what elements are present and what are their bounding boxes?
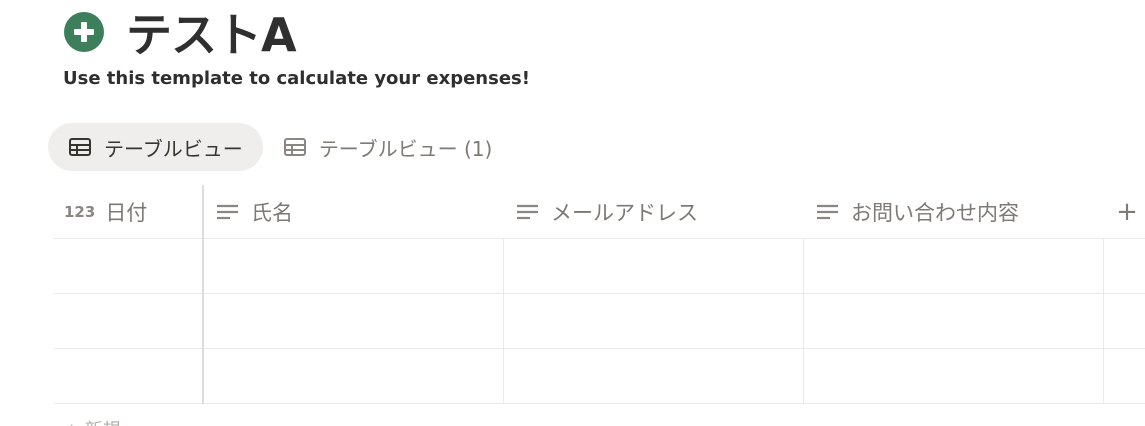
column-header-date[interactable]: 123 日付 [54, 185, 147, 238]
column-header-name[interactable]: 氏名 [204, 185, 293, 238]
text-lines-icon [817, 204, 838, 219]
column-label: 日付 [105, 200, 148, 225]
plus-circle-icon[interactable] [64, 12, 104, 52]
column-divider [803, 239, 804, 404]
table-row[interactable] [54, 239, 1145, 294]
column-label: お問い合わせ内容 [851, 200, 1019, 225]
column-header-email[interactable]: メールアドレス [504, 185, 698, 238]
new-row-button[interactable]: + 新規 [64, 416, 121, 426]
column-divider [1103, 239, 1104, 404]
page-title[interactable]: テストA [126, 0, 297, 65]
tab-label: テーブルビュー [104, 136, 243, 161]
add-column-button[interactable]: + [1112, 185, 1142, 238]
column-header-inquiry[interactable]: お問い合わせ内容 [804, 185, 1019, 238]
table-icon [69, 138, 91, 156]
number-type-icon: 123 [64, 202, 96, 221]
database-table: 123 日付 氏名 メールアドレス お問い合わせ内容 + [54, 185, 1145, 404]
database-page: テストA Use this template to calculate your… [0, 0, 1145, 426]
table-header-row: 123 日付 氏名 メールアドレス お問い合わせ内容 + [54, 185, 1145, 239]
column-divider [202, 185, 204, 404]
column-label: メールアドレス [551, 200, 698, 225]
table-row[interactable] [54, 349, 1145, 404]
tab-table-view[interactable]: テーブルビュー [48, 123, 263, 171]
tab-table-view-1[interactable]: テーブルビュー (1) [263, 123, 513, 171]
table-row[interactable] [54, 294, 1145, 349]
view-tabs: テーブルビュー テーブルビュー (1) [48, 123, 512, 171]
column-divider [503, 239, 504, 404]
tab-label: テーブルビュー (1) [318, 136, 493, 161]
text-lines-icon [217, 204, 238, 219]
page-description[interactable]: Use this template to calculate your expe… [63, 68, 530, 89]
table-icon [283, 138, 306, 156]
text-lines-icon [517, 204, 538, 219]
title-row: テストA [64, 4, 297, 62]
column-label: 氏名 [251, 200, 293, 225]
